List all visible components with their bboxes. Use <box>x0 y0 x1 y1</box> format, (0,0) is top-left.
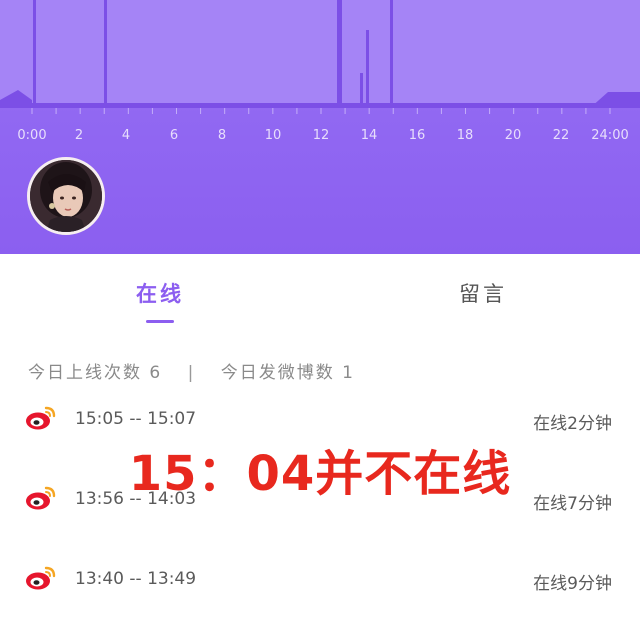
summary-separator: | <box>187 363 196 383</box>
tick-label: 22 <box>552 128 570 143</box>
activity-bar <box>104 0 107 105</box>
weibo-icon <box>26 566 56 590</box>
timeline-band <box>0 0 640 108</box>
tab-bar: 在线 留言 <box>0 254 640 338</box>
tick-label: 4 <box>121 128 131 143</box>
active-tab-indicator <box>146 320 174 323</box>
daily-summary: 今日上线次数 6 | 今日发微博数 1 <box>28 358 355 383</box>
session-time-range: 13:40 -- 13:49 <box>75 569 197 589</box>
timeline-baseline <box>0 103 640 108</box>
activity-bar <box>360 73 363 105</box>
online-timeline <box>0 0 640 114</box>
activity-bar <box>337 0 342 105</box>
tick-label: 16 <box>408 128 426 143</box>
tick-label: 12 <box>312 128 330 143</box>
tick-label: 24:00 <box>591 128 629 143</box>
tick-label: 14 <box>360 128 378 143</box>
activity-bar <box>390 0 393 105</box>
avatar[interactable] <box>27 157 105 235</box>
tick-label: 0:00 <box>17 128 47 143</box>
overlay-caption: 15：04并不在线 <box>128 446 512 502</box>
tick-label: 2 <box>74 128 84 143</box>
timeline-chart <box>0 0 640 114</box>
timeline-ticks <box>31 108 611 114</box>
tick-label: 10 <box>264 128 282 143</box>
activity-bar <box>33 0 36 105</box>
session-time-range: 15:05 -- 15:07 <box>75 409 197 429</box>
header-panel: 0:00 2 4 6 8 10 12 14 16 18 20 22 24:00 <box>0 0 640 254</box>
tab-online[interactable]: 在线 <box>136 278 184 308</box>
session-duration: 在线9分钟 <box>533 574 612 594</box>
tab-message[interactable]: 留言 <box>459 278 507 308</box>
online-count-text: 今日上线次数 6 <box>28 363 163 383</box>
session-duration: 在线2分钟 <box>533 414 612 434</box>
session-row[interactable]: 13:40 -- 13:49 在线9分钟 <box>0 561 640 601</box>
tick-label: 18 <box>456 128 474 143</box>
tick-label: 20 <box>504 128 522 143</box>
post-count-text: 今日发微博数 1 <box>220 363 356 383</box>
avatar-image <box>30 160 102 232</box>
tick-label: 8 <box>217 128 227 143</box>
tick-label: 6 <box>169 128 179 143</box>
weibo-icon <box>26 406 56 430</box>
activity-bar <box>366 30 369 105</box>
